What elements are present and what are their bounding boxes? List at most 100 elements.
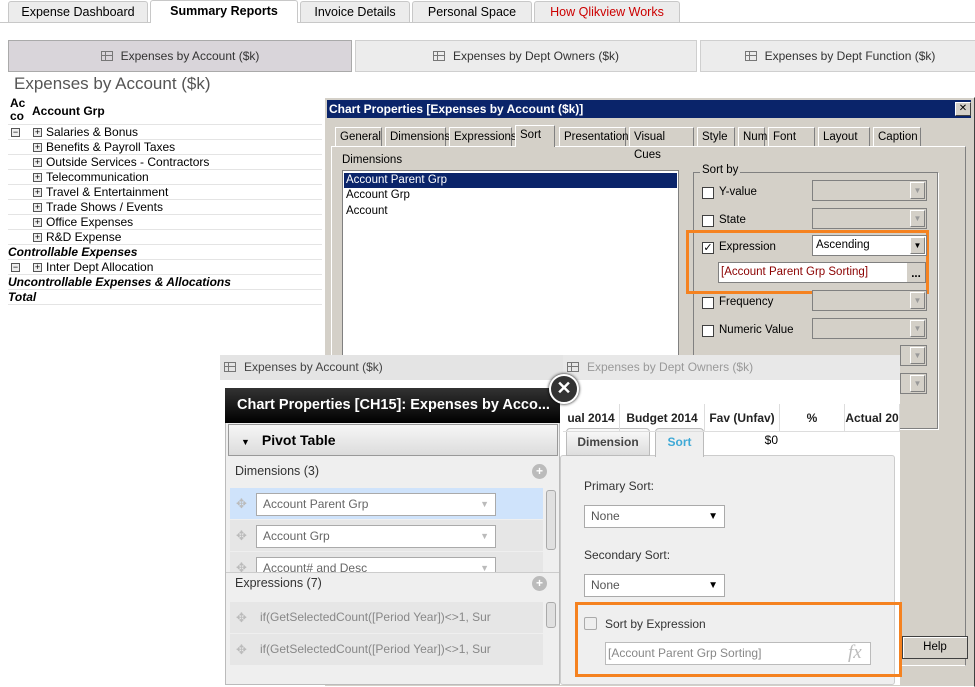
expand-icon[interactable]: + [33, 173, 42, 182]
expenses-by-account-button[interactable]: Expenses by Account ($k) [8, 40, 352, 72]
move-handle-icon[interactable]: ✥ [236, 642, 247, 658]
table-header[interactable]: ual 2014 [563, 404, 620, 432]
pivot-table-section[interactable]: ▼ Pivot Table [228, 424, 558, 456]
dimension-name: Account# and Desc [263, 561, 368, 572]
tab-caption[interactable]: Caption [873, 127, 921, 146]
select-value: Ascending [816, 239, 870, 251]
expressions-scrollbar[interactable] [546, 602, 556, 628]
sort-order-select[interactable]: ▼ [812, 208, 927, 229]
tab-summary-reports[interactable]: Summary Reports [150, 0, 298, 23]
tab-general[interactable]: General [335, 127, 382, 146]
tab-presentation[interactable]: Presentation [559, 127, 629, 146]
highlight-box [575, 602, 902, 677]
help-button[interactable]: Help [902, 636, 968, 659]
tab-personal-space[interactable]: Personal Space [412, 1, 532, 22]
dimension-field[interactable]: Account# and Desc ▼ [256, 557, 496, 572]
tab-style[interactable]: Style [697, 127, 735, 146]
tab-sort[interactable]: Sort [515, 125, 555, 147]
select[interactable]: ▼ [900, 345, 927, 366]
dimension-row[interactable]: ✥ Account# and Desc ▼ [230, 552, 543, 572]
table-header[interactable]: Actual 20 [845, 404, 900, 432]
account-grp-label: Outside Services - Contractors [46, 155, 210, 169]
account-grp-label: Office Expenses [46, 215, 134, 229]
tab-sort[interactable]: Sort [655, 428, 704, 457]
collapse-icon[interactable]: − [11, 263, 20, 272]
expand-icon[interactable]: + [33, 143, 42, 152]
add-dimension-icon[interactable]: + [532, 464, 547, 479]
tab-dimension[interactable]: Dimension [566, 428, 650, 456]
table-icon [100, 51, 113, 61]
expression-checkbox[interactable]: ✓ [702, 242, 714, 254]
strip-label: Expenses by Dept Owners ($k) [587, 360, 754, 374]
frequency-checkbox[interactable] [702, 297, 714, 309]
tab-invoice-details[interactable]: Invoice Details [300, 1, 410, 22]
dimension-row[interactable]: ✥ Account Grp ▼ [230, 520, 543, 551]
table-header[interactable]: Budget 2014 [620, 404, 705, 432]
sort-order-select[interactable]: Ascending ▼ [812, 235, 927, 256]
close-icon[interactable]: ✕ [549, 374, 579, 404]
tab-dimensions[interactable]: Dimensions [385, 127, 450, 146]
expand-icon[interactable]: + [33, 233, 42, 242]
numeric-value-checkbox[interactable] [702, 325, 714, 337]
tab-visual-cues[interactable]: Visual Cues [629, 127, 694, 161]
account-grp-label: Benefits & Payroll Taxes [46, 140, 176, 154]
dropdown-arrow-icon: ▼ [910, 182, 925, 199]
subtotal-row: Controllable Expenses [8, 245, 322, 260]
dimensions-scrollbar[interactable] [546, 490, 556, 550]
expression-text: if(GetSelectedCount([Period Year])<>1, S… [260, 642, 491, 656]
y-value-checkbox[interactable] [702, 187, 714, 199]
tab-number[interactable]: Number [738, 127, 784, 146]
dimensions-label: Dimensions [342, 154, 403, 166]
secondary-sort-select[interactable]: None ▼ [584, 574, 725, 597]
sort-order-select[interactable]: ▼ [812, 180, 927, 201]
state-checkbox[interactable] [702, 215, 714, 227]
expand-icon[interactable]: + [33, 188, 42, 197]
dropdown-arrow-icon: ▼ [708, 580, 718, 591]
move-handle-icon[interactable]: ✥ [236, 528, 247, 544]
col-header-account: Ac co [10, 96, 26, 123]
select[interactable]: ▼ [900, 373, 927, 394]
tab-how-qlikview-works[interactable]: How Qlikview Works [534, 1, 680, 22]
sort-order-select[interactable]: ▼ [812, 318, 927, 339]
pivot-row: − + Salaries & Bonus [8, 125, 322, 140]
expenses-by-dept-owners-button[interactable]: Expenses by Dept Owners ($k) [355, 40, 697, 72]
divider [226, 572, 559, 573]
primary-sort-select[interactable]: None ▼ [584, 505, 725, 528]
close-button[interactable]: ✕ [955, 102, 971, 116]
strip-expenses-by-account[interactable]: Expenses by Account ($k) [220, 355, 563, 380]
tab-expressions[interactable]: Expressions [449, 127, 517, 146]
move-handle-icon[interactable]: ✥ [236, 610, 247, 626]
dimension-item[interactable]: Account [346, 205, 388, 217]
dimension-field[interactable]: Account Grp ▼ [256, 525, 496, 548]
expand-icon[interactable]: + [33, 203, 42, 212]
expenses-by-dept-function-button[interactable]: Expenses by Dept Function ($k) [700, 40, 975, 72]
pivot-row: − + Inter Dept Allocation [8, 260, 322, 275]
strip-label: Expenses by Account ($k) [244, 360, 383, 374]
expression-row[interactable]: ✥ if(GetSelectedCount([Period Year])<>1, … [230, 634, 543, 665]
move-handle-icon[interactable]: ✥ [236, 560, 247, 572]
expand-icon[interactable]: + [33, 158, 42, 167]
dropdown-arrow-icon: ▼ [910, 375, 925, 392]
tab-expense-dashboard[interactable]: Expense Dashboard [8, 1, 148, 22]
total-row: Total [8, 290, 322, 305]
strip-expenses-by-dept-owners[interactable]: Expenses by Dept Owners ($k) [563, 355, 900, 380]
dimension-item[interactable]: Account Grp [346, 189, 410, 201]
dimension-field[interactable]: Account Parent Grp ▼ [256, 493, 496, 516]
sort-order-select[interactable]: ▼ [812, 290, 927, 311]
button-label: Expenses by Dept Owners ($k) [452, 49, 620, 63]
sort-by-label: Sort by [700, 164, 741, 176]
state-label: State [719, 214, 746, 226]
expression-row[interactable]: ✥ if(GetSelectedCount([Period Year])<>1, … [230, 602, 543, 633]
collapse-icon[interactable]: − [11, 128, 20, 137]
tab-font[interactable]: Font [768, 127, 815, 146]
move-handle-icon[interactable]: ✥ [236, 496, 247, 512]
table-header[interactable]: Fav (Unfav) [705, 404, 780, 432]
expand-icon[interactable]: + [33, 263, 42, 272]
expand-icon[interactable]: + [33, 128, 42, 137]
add-expression-icon[interactable]: + [532, 576, 547, 591]
tab-layout[interactable]: Layout [818, 127, 870, 146]
dimension-item[interactable]: Account Parent Grp [344, 173, 677, 188]
dimension-row[interactable]: ✥ Account Parent Grp ▼ [230, 488, 543, 519]
table-header[interactable]: % [780, 404, 845, 432]
expand-icon[interactable]: + [33, 218, 42, 227]
